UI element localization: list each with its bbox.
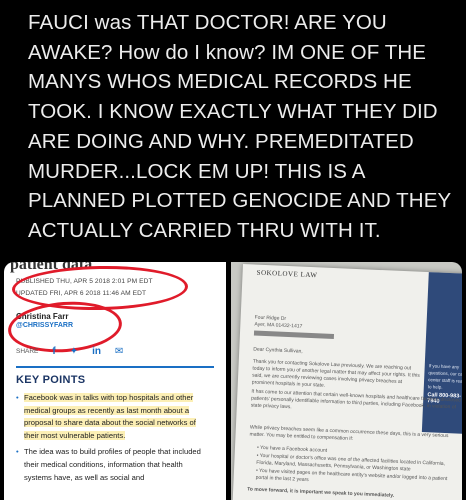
linkedin-icon: in xyxy=(92,346,102,357)
email-icon: ✉ xyxy=(115,346,124,357)
media-grid[interactable]: patient data PUBLISHED THU, APR 5 2018 2… xyxy=(4,262,462,500)
redacted-line xyxy=(253,330,335,340)
key-point-item: Facebook was in talks with top hospitals… xyxy=(16,392,212,442)
key-points-title: KEY POINTS xyxy=(16,374,86,386)
article-screenshot-image[interactable]: patient data PUBLISHED THU, APR 5 2018 2… xyxy=(4,262,226,500)
letter-page: SOKOLOVE LAW If you have any questions, … xyxy=(232,264,462,500)
letter-address: Four Ridge Dr Ayer, MA 01432-1417 xyxy=(254,314,303,330)
key-points-list: Facebook was in talks with top hospitals… xyxy=(16,392,212,488)
letter-firm-logo: SOKOLOVE LAW xyxy=(256,268,318,280)
letter-side-text: If you have any questions, our call cent… xyxy=(427,363,462,390)
twitter-icon: ✦ xyxy=(69,346,79,357)
letter-paragraph-1: Thank you for contacting Sokolove Law pr… xyxy=(251,358,420,389)
letter-photo-image[interactable]: SOKOLOVE LAW If you have any questions, … xyxy=(231,262,462,500)
key-point-text: Facebook was in talks with top hospitals… xyxy=(24,393,196,440)
key-point-item: The idea was to build profiles of people… xyxy=(16,446,212,484)
post-text: FAUCI was THAT DOCTOR! ARE YOU AWAKE? Ho… xyxy=(28,11,451,242)
letter-greeting: Dear Cynthia Sullivan, xyxy=(253,346,303,355)
share-row: SHARE f ✦ in ✉ xyxy=(16,346,123,357)
key-points-divider xyxy=(16,366,214,368)
share-label: SHARE xyxy=(16,348,39,355)
key-point-text: The idea was to build profiles of people… xyxy=(24,447,201,482)
facebook-icon: f xyxy=(52,346,56,357)
